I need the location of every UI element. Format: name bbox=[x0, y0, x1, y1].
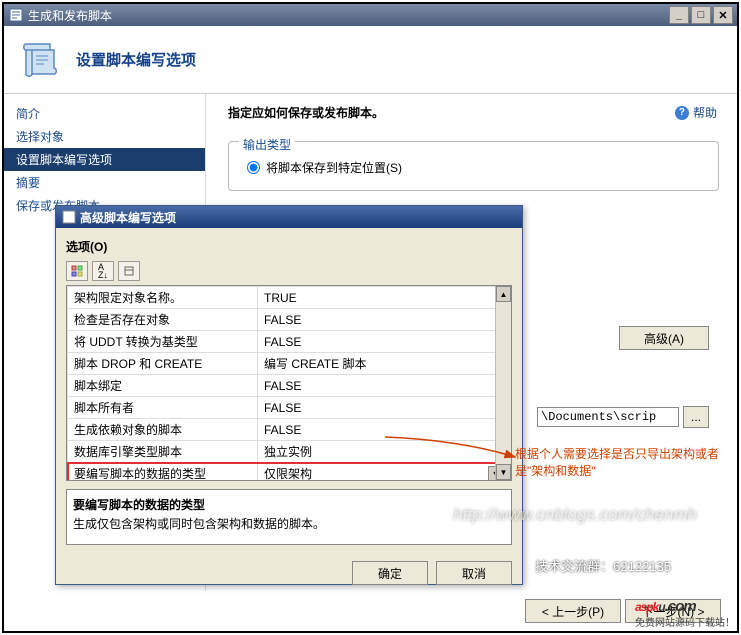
grid-prop-name: 检查是否存在对象 bbox=[68, 309, 258, 331]
grid-prop-name: 脚本所有者 bbox=[68, 397, 258, 419]
grid-row-8[interactable]: 要编写脚本的数据的类型仅限架构▼ bbox=[68, 463, 511, 482]
grid-prop-value[interactable]: TRUE bbox=[258, 287, 511, 309]
advanced-options-dialog: 高级脚本编写选项 选项(O) AZ↓ 架构限定对象名称。TRUE检查是否存在对象… bbox=[55, 205, 523, 585]
scroll-up-icon[interactable]: ▲ bbox=[496, 286, 511, 302]
help-link[interactable]: ? 帮助 bbox=[675, 104, 717, 121]
wizard-header: 设置脚本编写选项 bbox=[4, 26, 737, 94]
watermark-logo: aspku.com 免费网站源码下载站！ bbox=[635, 587, 735, 629]
grid-prop-name: 数据库引擎类型脚本 bbox=[68, 441, 258, 463]
browse-button[interactable]: ... bbox=[683, 406, 709, 428]
properties-icon[interactable] bbox=[118, 261, 140, 281]
sort-az-icon[interactable]: AZ↓ bbox=[92, 261, 114, 281]
grid-row-7[interactable]: 数据库引擎类型脚本独立实例 bbox=[68, 441, 511, 463]
description-panel: 要编写脚本的数据的类型 生成仅包含架构或同时包含架构和数据的脚本。 bbox=[66, 489, 512, 545]
grid-prop-name: 脚本 DROP 和 CREATE bbox=[68, 353, 258, 375]
watermark-qq: 技术交流群：62122135 bbox=[535, 556, 671, 575]
dialog-title: 高级脚本编写选项 bbox=[80, 209, 176, 226]
grid-prop-name: 生成依赖对象的脚本 bbox=[68, 419, 258, 441]
scroll-icon bbox=[16, 36, 64, 84]
output-type-group: 输出类型 将脚本保存到特定位置(S) bbox=[228, 141, 719, 191]
app-icon bbox=[8, 7, 24, 23]
output-type-legend: 输出类型 bbox=[239, 136, 295, 153]
grid-toolbar: AZ↓ bbox=[66, 261, 512, 281]
scroll-down-icon[interactable]: ▼ bbox=[496, 464, 511, 480]
description-title: 要编写脚本的数据的类型 bbox=[73, 496, 505, 513]
grid-prop-value[interactable]: FALSE bbox=[258, 309, 511, 331]
grid-row-4[interactable]: 脚本绑定FALSE bbox=[68, 375, 511, 397]
grid-prop-name: 架构限定对象名称。 bbox=[68, 287, 258, 309]
grid-prop-value[interactable]: FALSE bbox=[258, 375, 511, 397]
sidebar-item-3[interactable]: 摘要 bbox=[4, 171, 205, 194]
advanced-button[interactable]: 高级(A) bbox=[619, 326, 709, 350]
options-label: 选项(O) bbox=[66, 238, 512, 255]
maximize-button[interactable]: □ bbox=[691, 6, 711, 24]
close-button[interactable]: ✕ bbox=[713, 6, 733, 24]
watermark-url: http://www.cnblogs.com/chenmh bbox=[453, 505, 697, 525]
grid-prop-value[interactable]: FALSE bbox=[258, 419, 511, 441]
grid-prop-name: 将 UDDT 转换为基类型 bbox=[68, 331, 258, 353]
categorize-icon[interactable] bbox=[66, 261, 88, 281]
sidebar-item-1[interactable]: 选择对象 bbox=[4, 125, 205, 148]
dialog-titlebar[interactable]: 高级脚本编写选项 bbox=[56, 206, 522, 228]
title-bar[interactable]: 生成和发布脚本 _ □ ✕ bbox=[4, 4, 737, 26]
grid-scrollbar[interactable]: ▲ ▼ bbox=[495, 286, 511, 480]
page-title: 设置脚本编写选项 bbox=[76, 49, 196, 70]
sidebar-item-0[interactable]: 简介 bbox=[4, 102, 205, 125]
grid-prop-name: 要编写脚本的数据的类型 bbox=[68, 463, 258, 482]
grid-row-0[interactable]: 架构限定对象名称。TRUE bbox=[68, 287, 511, 309]
radio-save-to-location[interactable]: 将脚本保存到特定位置(S) bbox=[247, 159, 708, 176]
grid-row-1[interactable]: 检查是否存在对象FALSE bbox=[68, 309, 511, 331]
grid-prop-value[interactable]: FALSE bbox=[258, 397, 511, 419]
annotation-text: 根据个人需要选择是否只导出架构或者是"架构和数据" bbox=[515, 446, 725, 480]
grid-row-5[interactable]: 脚本所有者FALSE bbox=[68, 397, 511, 419]
grid-prop-value[interactable]: 编写 CREATE 脚本 bbox=[258, 353, 511, 375]
radio-save-input[interactable] bbox=[247, 161, 260, 174]
options-grid: 架构限定对象名称。TRUE检查是否存在对象FALSE将 UDDT 转换为基类型F… bbox=[66, 285, 512, 481]
window-title: 生成和发布脚本 bbox=[28, 7, 112, 24]
grid-row-3[interactable]: 脚本 DROP 和 CREATE编写 CREATE 脚本 bbox=[68, 353, 511, 375]
prev-button[interactable]: < 上一步(P) bbox=[525, 599, 621, 623]
grid-row-2[interactable]: 将 UDDT 转换为基类型FALSE bbox=[68, 331, 511, 353]
path-input[interactable] bbox=[537, 407, 679, 427]
cancel-button[interactable]: 取消 bbox=[436, 561, 512, 585]
grid-prop-name: 脚本绑定 bbox=[68, 375, 258, 397]
sidebar-item-2[interactable]: 设置脚本编写选项 bbox=[4, 148, 205, 171]
help-icon: ? bbox=[675, 106, 689, 120]
grid-row-6[interactable]: 生成依赖对象的脚本FALSE bbox=[68, 419, 511, 441]
grid-prop-value[interactable]: 独立实例 bbox=[258, 441, 511, 463]
ok-button[interactable]: 确定 bbox=[352, 561, 428, 585]
minimize-button[interactable]: _ bbox=[669, 6, 689, 24]
grid-prop-value[interactable]: 仅限架构▼ bbox=[258, 463, 511, 482]
instruction-text: 指定应如何保存或发布脚本。 bbox=[228, 104, 719, 121]
description-text: 生成仅包含架构或同时包含架构和数据的脚本。 bbox=[73, 515, 505, 532]
grid-prop-value[interactable]: FALSE bbox=[258, 331, 511, 353]
